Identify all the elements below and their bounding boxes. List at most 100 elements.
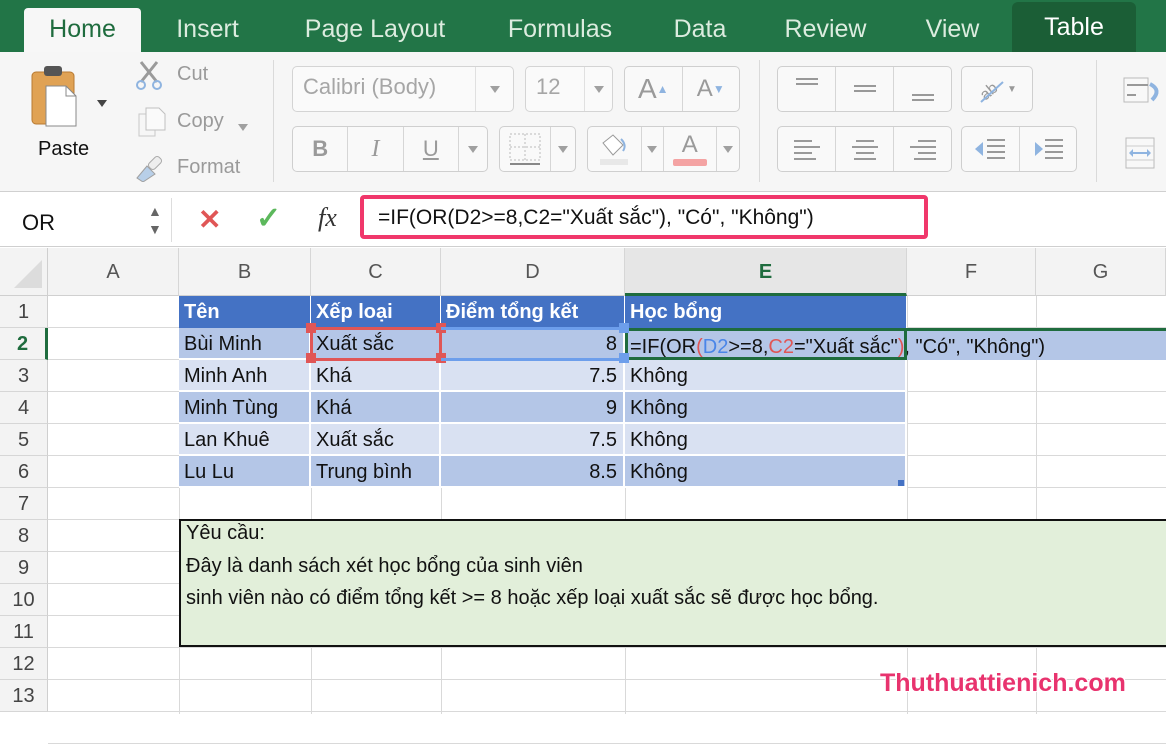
row-header-6[interactable]: 6 <box>0 456 48 488</box>
column-header-b[interactable]: B <box>179 248 311 296</box>
font-size-dropdown[interactable]: 12 <box>525 66 613 112</box>
wrap-text-button[interactable] <box>1122 76 1162 111</box>
cut-button[interactable]: Cut <box>135 60 255 94</box>
tab-page-layout[interactable]: Page Layout <box>285 8 465 52</box>
orientation-button[interactable]: ab ▼ <box>962 67 1032 111</box>
format-painter-button[interactable]: Format <box>135 152 255 186</box>
table-cell[interactable]: Minh Anh <box>179 360 311 392</box>
insert-function-icon[interactable]: fx <box>318 203 337 233</box>
row-header-7[interactable]: 7 <box>0 488 48 520</box>
formula-input[interactable]: =IF(OR(D2>=8,C2="Xuất sắc"), "Có", "Khôn… <box>360 195 928 239</box>
table-cell[interactable]: Xuất sắc <box>311 424 441 456</box>
row-header-1[interactable]: 1 <box>0 296 48 328</box>
table-cell[interactable]: Không <box>625 392 907 424</box>
table-cell[interactable]: Không <box>625 456 907 488</box>
reference-handle[interactable] <box>619 353 629 363</box>
decrease-indent-button[interactable] <box>962 127 1020 171</box>
column-header-c[interactable]: C <box>311 248 441 296</box>
table-cell[interactable]: 7.5 <box>441 424 625 456</box>
font-color-button[interactable]: A <box>664 127 717 171</box>
column-header-a[interactable]: A <box>48 248 179 296</box>
row-header-12[interactable]: 12 <box>0 648 48 680</box>
tab-view[interactable]: View <box>905 8 1000 52</box>
column-header-g[interactable]: G <box>1036 248 1166 296</box>
font-name-dropdown[interactable]: Calibri (Body) <box>292 66 514 112</box>
table-resize-handle-icon[interactable] <box>898 480 904 486</box>
reference-handle[interactable] <box>619 323 629 333</box>
table-cell[interactable]: 8.5 <box>441 456 625 488</box>
column-header-e[interactable]: E <box>625 248 907 296</box>
separator <box>273 60 274 182</box>
align-center-icon <box>851 140 878 160</box>
table-cell[interactable]: 7.5 <box>441 360 625 392</box>
font-size-value: 12 <box>536 74 561 99</box>
tab-home[interactable]: Home <box>24 8 141 52</box>
table-cell[interactable]: Lu Lu <box>179 456 311 488</box>
name-box[interactable]: OR ▲ ▼ <box>8 198 172 242</box>
align-right-button[interactable] <box>894 127 951 171</box>
tab-review[interactable]: Review <box>768 8 883 52</box>
name-box-stepper-icon[interactable]: ▲ ▼ <box>148 202 162 238</box>
font-color-dropdown[interactable] <box>717 127 739 171</box>
fill-color-button[interactable] <box>588 127 642 171</box>
select-all-corner[interactable] <box>0 248 48 296</box>
row-header-11[interactable]: 11 <box>0 616 48 648</box>
paste-dropdown-icon[interactable] <box>97 94 107 112</box>
underline-dropdown[interactable] <box>459 127 487 171</box>
tab-table[interactable]: Table <box>1012 2 1136 52</box>
row-header-2[interactable]: 2 <box>0 328 48 360</box>
table-cell[interactable]: Minh Tùng <box>179 392 311 424</box>
italic-button[interactable]: I <box>348 127 404 171</box>
row-header-8[interactable]: 8 <box>0 520 48 552</box>
borders-dropdown[interactable] <box>551 127 575 171</box>
shrink-font-button[interactable]: A ▼ <box>683 67 740 111</box>
row-header-13[interactable]: 13 <box>0 680 48 712</box>
reference-handle[interactable] <box>306 353 316 363</box>
row-header-5[interactable]: 5 <box>0 424 48 456</box>
grow-font-button[interactable]: A ▲ <box>625 67 683 111</box>
note-line-2: Đây là danh sách xét học bổng của sinh v… <box>186 555 583 577</box>
align-middle-button[interactable] <box>836 67 894 111</box>
requirement-note[interactable]: Yêu cầu: Đây là danh sách xét học bổng c… <box>179 519 1166 647</box>
column-header-d[interactable]: D <box>441 248 625 296</box>
table-cell[interactable]: 9 <box>441 392 625 424</box>
tab-insert[interactable]: Insert <box>150 8 265 52</box>
borders-button[interactable] <box>500 127 551 171</box>
tab-data[interactable]: Data <box>655 8 745 52</box>
font-size-adjust-group: A ▲ A ▼ <box>624 66 740 112</box>
fill-color-dropdown[interactable] <box>642 127 664 171</box>
table-cell[interactable]: Bùi Minh <box>179 328 311 360</box>
table-cell[interactable]: Trung bình <box>311 456 441 488</box>
align-bottom-button[interactable] <box>894 67 951 111</box>
align-top-button[interactable] <box>778 67 836 111</box>
row-header-10[interactable]: 10 <box>0 584 48 616</box>
table-cell[interactable]: Khá <box>311 360 441 392</box>
table-header-ten[interactable]: Tên <box>179 296 311 328</box>
row-header-9[interactable]: 9 <box>0 552 48 584</box>
table-header-diem[interactable]: Điểm tổng kết <box>441 296 625 328</box>
table-cell[interactable]: Không <box>625 360 907 392</box>
underline-button[interactable]: U <box>404 127 459 171</box>
table-header-hoc-bong[interactable]: Học bổng <box>625 296 907 328</box>
bold-button[interactable]: B <box>293 127 349 171</box>
enter-icon[interactable]: ✓ <box>256 201 281 236</box>
column-header-f[interactable]: F <box>907 248 1036 296</box>
merge-center-button[interactable] <box>1124 136 1156 175</box>
table-header-xep-loai[interactable]: Xếp loại <box>311 296 441 328</box>
reference-handle[interactable] <box>306 323 316 333</box>
paste-button[interactable] <box>30 64 90 136</box>
row-header-3[interactable]: 3 <box>0 360 48 392</box>
align-center-button[interactable] <box>836 127 894 171</box>
spreadsheet-grid: A B C D E F G 1 2 3 4 5 6 7 8 9 10 11 12 13 Tên Xếp … <box>0 248 1166 744</box>
table-cell[interactable]: Lan Khuê <box>179 424 311 456</box>
increase-indent-button[interactable] <box>1020 127 1077 171</box>
borders-icon <box>509 133 541 165</box>
copy-dropdown-icon[interactable] <box>238 118 248 136</box>
table-cell[interactable]: Không <box>625 424 907 456</box>
row-header-4[interactable]: 4 <box>0 392 48 424</box>
table-cell[interactable]: Khá <box>311 392 441 424</box>
tab-formulas[interactable]: Formulas <box>490 8 630 52</box>
cancel-icon[interactable]: ✕ <box>198 203 221 236</box>
align-left-button[interactable] <box>778 127 836 171</box>
copy-button[interactable]: Copy <box>135 106 255 140</box>
